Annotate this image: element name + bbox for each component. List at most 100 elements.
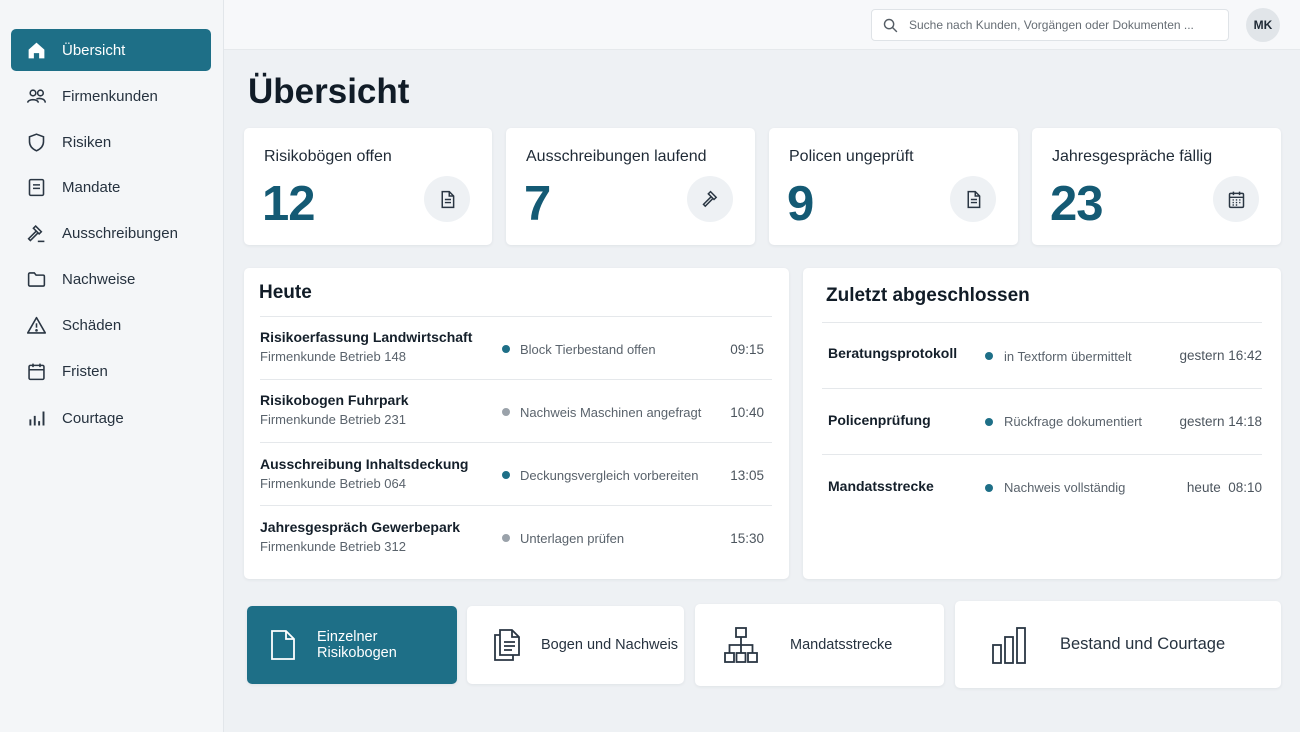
item-status: Block Tierbestand offen <box>520 342 656 357</box>
sidebar-item-label: Firmenkunden <box>62 87 158 105</box>
list-item[interactable]: Ausschreibung Inhaltsdeckung Firmenkunde… <box>260 442 772 505</box>
document-icon <box>424 176 470 222</box>
shield-icon <box>25 131 47 153</box>
kpi-value: 9 <box>787 177 814 231</box>
bar-chart-icon <box>992 626 1026 664</box>
search-icon <box>883 18 898 32</box>
item-time: 13:05 <box>730 468 764 483</box>
sidebar-item-label: Schäden <box>62 316 122 334</box>
status-dot <box>502 471 510 479</box>
item-time: gestern 14:18 <box>1179 414 1262 429</box>
sidebar-item-fristen[interactable]: Fristen <box>11 350 211 392</box>
bar-chart-icon <box>25 407 47 429</box>
action-label: Einzelner Risikobogen <box>317 629 397 661</box>
page-title: Übersicht <box>248 72 410 111</box>
home-icon <box>25 39 47 61</box>
avatar[interactable]: MK <box>1246 8 1280 42</box>
item-time: gestern 16:42 <box>1179 348 1262 363</box>
recent-panel: Zuletzt abgeschlossen Beratungsprotokoll… <box>803 268 1281 579</box>
action-label: Mandatsstrecke <box>790 637 893 653</box>
item-time: heute 08:10 <box>1186 480 1262 495</box>
item-title: Risikobogen Fuhrpark <box>260 392 409 408</box>
item-title: Mandatsstrecke <box>828 478 934 494</box>
list-item[interactable]: Mandatsstrecke Nachweis vollständig heut… <box>822 454 1262 520</box>
kpi-value: 12 <box>262 177 316 231</box>
action-label: Bestand und Courtage <box>1060 635 1226 653</box>
kpi-card-risikoboegen[interactable]: Risikobögen offen 12 <box>244 128 492 245</box>
item-status: Nachweis Maschinen angefragt <box>520 405 702 420</box>
item-status: Nachweis vollständig <box>1004 480 1126 495</box>
files-icon <box>494 629 520 661</box>
action-bogen-und-nachweis[interactable]: Bogen und Nachweis <box>467 606 684 684</box>
list-item[interactable]: Risikoerfassung Landwirtschaft Firmenkun… <box>260 316 772 379</box>
sidebar-item-label: Risiken <box>62 133 112 151</box>
action-label: Bogen und Nachweis <box>541 637 679 653</box>
sidebar-item-label: Übersicht <box>62 41 126 59</box>
action-bestand-und-courtage[interactable]: Bestand und Courtage <box>955 601 1281 688</box>
status-dot <box>985 484 993 492</box>
sidebar-item-label: Fristen <box>62 362 108 380</box>
kpi-card-ausschreibungen[interactable]: Ausschreibungen laufend 7 <box>506 128 755 245</box>
sidebar: Übersicht Firmenkunden Risiken Mandate A… <box>0 0 224 732</box>
sidebar-item-ausschreibungen[interactable]: Ausschreibungen <box>11 212 211 254</box>
kpi-label: Policen ungeprüft <box>789 148 914 165</box>
panel-title: Zuletzt abgeschlossen <box>826 285 1030 306</box>
kpi-card-jahresgespraeche[interactable]: Jahresgespräche fällig 23 <box>1032 128 1281 245</box>
folder-icon <box>25 268 47 290</box>
item-status: Rückfrage dokumentiert <box>1004 414 1143 429</box>
item-status: Unterlagen prüfen <box>520 531 625 546</box>
file-icon <box>271 630 295 660</box>
kpi-label: Jahresgespräche fällig <box>1052 148 1213 165</box>
item-status: in Textform übermittelt <box>1004 349 1132 364</box>
sidebar-item-label: Nachweise <box>62 270 136 288</box>
sidebar-item-risiken[interactable]: Risiken <box>11 121 211 163</box>
search-input[interactable] <box>909 18 1209 32</box>
item-subtitle: Firmenkunde Betrieb 312 <box>260 539 406 554</box>
item-status: Deckungsvergleich vorbereiten <box>520 468 699 483</box>
kpi-card-policen[interactable]: Policen ungeprüft 9 <box>769 128 1018 245</box>
status-dot <box>502 345 510 353</box>
kpi-value: 7 <box>524 177 551 231</box>
today-panel: Heute Risikoerfassung Landwirtschaft Fir… <box>244 268 789 579</box>
item-subtitle: Firmenkunde Betrieb 231 <box>260 412 406 427</box>
status-dot <box>985 352 993 360</box>
action-mandatsstrecke[interactable]: Mandatsstrecke <box>695 604 944 686</box>
gavel-icon <box>687 176 733 222</box>
document-icon <box>950 176 996 222</box>
sidebar-item-label: Courtage <box>62 409 124 427</box>
item-subtitle: Firmenkunde Betrieb 148 <box>260 349 406 364</box>
sidebar-item-firmenkunden[interactable]: Firmenkunden <box>11 75 211 117</box>
users-icon <box>25 85 47 107</box>
kpi-label: Risikobögen offen <box>264 148 392 165</box>
list-item[interactable]: Beratungsprotokoll in Textform übermitte… <box>822 322 1262 388</box>
sidebar-item-label: Ausschreibungen <box>62 224 178 242</box>
calendar-icon <box>1213 176 1259 222</box>
sidebar-item-mandate[interactable]: Mandate <box>11 166 211 208</box>
kpi-label: Ausschreibungen laufend <box>526 148 707 165</box>
sidebar-item-courtage[interactable]: Courtage <box>11 397 211 439</box>
list-item[interactable]: Risikobogen Fuhrpark Firmenkunde Betrieb… <box>260 379 772 442</box>
action-einzelner-risikobogen[interactable]: Einzelner Risikobogen <box>247 606 457 684</box>
item-time: 10:40 <box>730 405 764 420</box>
topbar: MK <box>224 0 1300 50</box>
item-title: Policenprüfung <box>828 412 931 428</box>
item-title: Beratungsprotokoll <box>828 345 958 361</box>
list-item[interactable]: Policenprüfung Rückfrage dokumentiert ge… <box>822 388 1262 454</box>
item-title: Risikoerfassung Landwirtschaft <box>260 329 473 345</box>
status-dot <box>985 418 993 426</box>
list-item[interactable]: Jahresgespräch Gewerbepark Firmenkunde B… <box>260 505 772 568</box>
item-title: Jahresgespräch Gewerbepark <box>260 519 460 535</box>
item-subtitle: Firmenkunde Betrieb 064 <box>260 476 406 491</box>
sidebar-item-nachweise[interactable]: Nachweise <box>11 258 211 300</box>
sidebar-item-schaeden[interactable]: Schäden <box>11 304 211 346</box>
status-dot <box>502 408 510 416</box>
item-time: 15:30 <box>730 531 764 546</box>
warning-icon <box>25 314 47 336</box>
sidebar-item-label: Mandate <box>62 178 121 196</box>
search-box[interactable] <box>871 9 1229 41</box>
sidebar-item-uebersicht[interactable]: Übersicht <box>11 29 211 71</box>
kpi-value: 23 <box>1050 177 1104 231</box>
item-title: Ausschreibung Inhaltsdeckung <box>260 456 469 472</box>
gavel-icon <box>25 222 47 244</box>
status-dot <box>502 534 510 542</box>
